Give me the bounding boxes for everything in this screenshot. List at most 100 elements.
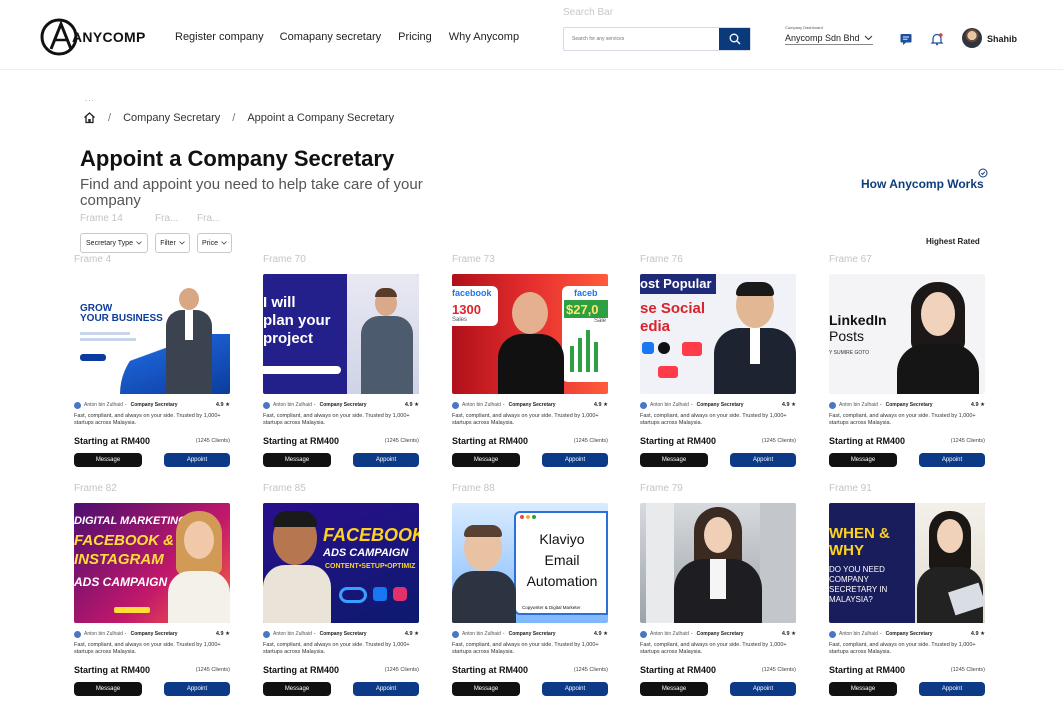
brand-name: ANYCOMP — [72, 29, 146, 45]
verified-badge-icon — [452, 630, 459, 638]
service-card[interactable]: Klaviyo Email Automation Copywriter & Digi… — [452, 503, 610, 703]
service-card[interactable]: facebook 1300 Sales faceb $27,0 Sale Ant… — [452, 274, 610, 474]
thumbnail-text: Copywriter & Digital Marketer — [522, 605, 581, 610]
thumbnail-text: WHEN & WHY — [829, 525, 890, 559]
service-thumbnail[interactable]: facebook 1300 Sales faceb $27,0 Sale — [452, 274, 608, 394]
frame-label: Frame 88 — [452, 483, 495, 494]
provider-role: Company Secretary — [885, 631, 933, 637]
provider-name[interactable]: Anton bin Zulhaid — [462, 631, 501, 637]
provider-name[interactable]: Anton bin Zulhaid — [839, 631, 878, 637]
message-button[interactable]: Message — [829, 453, 897, 467]
chevron-down-icon — [864, 35, 872, 41]
message-button[interactable]: Message — [640, 682, 708, 696]
provider-name[interactable]: Anton bin Zulhaid — [650, 402, 689, 408]
thumbnail-text: facebook — [452, 288, 492, 298]
service-thumbnail[interactable]: DIGITAL MARKETING FACEBOOK & INSTAGRAM AD… — [74, 503, 230, 623]
provider-name[interactable]: Anton bin Zulhaid — [839, 402, 878, 408]
anycomp-logo[interactable]: ANYCOMP — [40, 16, 146, 58]
message-button[interactable]: Message — [74, 682, 142, 696]
provider-role: Company Secretary — [130, 402, 178, 408]
service-thumbnail[interactable]: ost Popular se Social edia — [640, 274, 796, 394]
filter-price[interactable]: Price — [197, 233, 232, 253]
client-count: (1245 Clients) — [761, 438, 796, 444]
nav-register-company[interactable]: Register company — [175, 31, 264, 43]
frame-label: Frame 91 — [829, 483, 872, 494]
service-description: Fast, compliant, and always on your side… — [452, 413, 599, 426]
filter-general[interactable]: Filter — [155, 233, 190, 253]
search-input[interactable] — [564, 28, 719, 50]
provider-meta: Anton bin Zulhaid - Company Secretary 4.… — [640, 629, 796, 639]
avatar[interactable] — [962, 28, 982, 48]
sort-highest-rated[interactable]: Highest Rated — [926, 237, 980, 246]
service-card[interactable]: FACEBOOK ADS CAMPAIGN CONTENT•SETUP•OPTI… — [263, 503, 421, 703]
appoint-button[interactable]: Appoint — [730, 682, 796, 696]
provider-name[interactable]: Anton bin Zulhaid — [84, 402, 123, 408]
service-price: Starting at RM400 — [640, 665, 717, 675]
provider-name[interactable]: Anton bin Zulhaid — [650, 631, 689, 637]
service-price: Starting at RM400 — [74, 436, 151, 446]
search-button[interactable] — [719, 28, 750, 50]
company-dropdown[interactable]: Company Dashboard Anycomp Sdn Bhd — [785, 25, 873, 45]
home-icon[interactable] — [83, 111, 96, 124]
message-button[interactable]: Message — [452, 453, 520, 467]
appoint-button[interactable]: Appoint — [542, 453, 608, 467]
provider-role: Company Secretary — [885, 402, 933, 408]
appoint-button[interactable]: Appoint — [164, 453, 230, 467]
nav-company-secretary[interactable]: Comapany secretary — [280, 31, 382, 43]
verified-badge-icon — [829, 401, 836, 409]
service-card[interactable]: GROW YOUR BUSINESS Anton bin Zulhaid - Co… — [74, 274, 232, 474]
service-card[interactable]: DIGITAL MARKETING FACEBOOK & INSTAGRAM AD… — [74, 503, 232, 703]
company-selector[interactable]: Anycomp Sdn Bhd — [785, 33, 873, 45]
service-thumbnail[interactable]: LinkedIn Posts Y SUMIRE GOTO — [829, 274, 985, 394]
service-thumbnail[interactable]: FACEBOOK ADS CAMPAIGN CONTENT•SETUP•OPTI… — [263, 503, 419, 623]
service-thumbnail[interactable]: Klaviyo Email Automation Copywriter & Digi… — [452, 503, 608, 623]
filter-secretary-type[interactable]: Secretary Type — [80, 233, 148, 253]
user-name[interactable]: Shahib — [987, 34, 1017, 44]
appoint-button[interactable]: Appoint — [919, 453, 985, 467]
service-thumbnail[interactable]: WHEN & WHY DO YOU NEED COMPANY SECRETARY IN… — [829, 503, 985, 623]
rating-value: 4.9 — [215, 631, 224, 637]
service-card[interactable]: LinkedIn Posts Y SUMIRE GOTO Anton bin Z… — [829, 274, 987, 474]
appoint-button[interactable]: Appoint — [542, 682, 608, 696]
nav-why-anycomp[interactable]: Why Anycomp — [449, 31, 519, 43]
frame-label: Frame 70 — [263, 254, 306, 265]
provider-role: Company Secretary — [696, 631, 744, 637]
provider-name[interactable]: Anton bin Zulhaid — [273, 402, 312, 408]
meta-separator: - — [690, 402, 693, 408]
meta-separator: - — [879, 402, 882, 408]
appoint-button[interactable]: Appoint — [164, 682, 230, 696]
message-icon[interactable] — [899, 32, 913, 46]
service-card[interactable]: Anton bin Zulhaid - Company Secretary 4.… — [640, 503, 798, 703]
provider-name[interactable]: Anton bin Zulhaid — [462, 402, 501, 408]
page-subtitle: Find and appoint you need to help take c… — [80, 176, 423, 209]
how-anycomp-works-link[interactable]: How Anycomp Works — [861, 177, 984, 191]
bell-icon[interactable] — [930, 32, 944, 46]
appoint-button[interactable]: Appoint — [730, 453, 796, 467]
appoint-button[interactable]: Appoint — [353, 682, 419, 696]
appoint-button[interactable]: Appoint — [919, 682, 985, 696]
meta-separator: - — [313, 631, 316, 637]
message-button[interactable]: Message — [263, 453, 331, 467]
message-button[interactable]: Message — [74, 453, 142, 467]
provider-meta: Anton bin Zulhaid - Company Secretary 4.… — [452, 400, 608, 410]
appoint-button[interactable]: Appoint — [353, 453, 419, 467]
nav-pricing[interactable]: Pricing — [398, 31, 432, 43]
message-button[interactable]: Message — [640, 453, 708, 467]
service-thumbnail[interactable] — [640, 503, 796, 623]
message-button[interactable]: Message — [452, 682, 520, 696]
provider-name[interactable]: Anton bin Zulhaid — [84, 631, 123, 637]
service-thumbnail[interactable]: GROW YOUR BUSINESS — [74, 274, 230, 394]
message-button[interactable]: Message — [829, 682, 897, 696]
service-card[interactable]: WHEN & WHY DO YOU NEED COMPANY SECRETARY IN… — [829, 503, 987, 703]
message-button[interactable]: Message — [263, 682, 331, 696]
service-card[interactable]: I will plan your project Anton bin Zulhaid… — [263, 274, 421, 474]
service-thumbnail[interactable]: I will plan your project — [263, 274, 419, 394]
client-count: (1245 Clients) — [573, 667, 608, 673]
service-card[interactable]: ost Popular se Social edia Anton bin Zulh… — [640, 274, 798, 474]
breadcrumb-company-secretary[interactable]: Company Secretary — [123, 112, 220, 124]
rating: 4.9 ★ — [782, 631, 796, 637]
client-count: (1245 Clients) — [950, 438, 985, 444]
search-caption: Search Bar — [563, 7, 614, 18]
provider-role: Company Secretary — [508, 631, 556, 637]
provider-name[interactable]: Anton bin Zulhaid — [273, 631, 312, 637]
